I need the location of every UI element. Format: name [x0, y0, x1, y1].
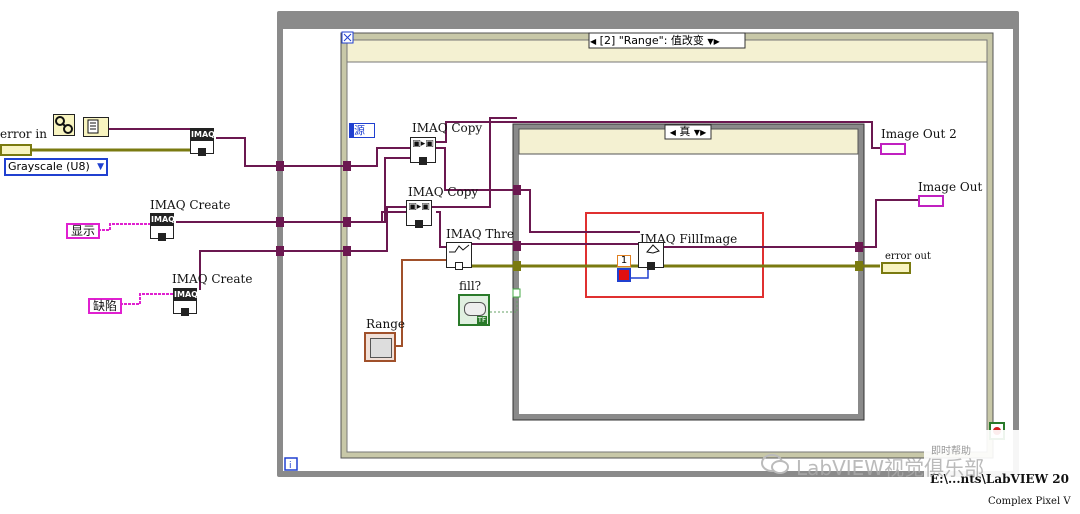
wire-segment	[98, 223, 150, 231]
image-out-2-indicator[interactable]	[880, 143, 906, 155]
case-selector-text: 真	[679, 125, 691, 138]
imaq-copy-label-1: IMAQ Copy	[412, 121, 483, 135]
source-label-box[interactable]: 源	[349, 123, 375, 138]
prev-case-icon[interactable]: ◀	[670, 128, 676, 137]
image-type-icon[interactable]	[83, 117, 109, 137]
range-label: Range	[366, 317, 405, 331]
imaq-threshold-node[interactable]	[446, 242, 472, 270]
error-out-label: error out	[885, 251, 931, 262]
imaq-fillimage-node[interactable]	[638, 242, 664, 270]
image-out-label: Image Out	[918, 180, 983, 194]
imaq-create-label-2: IMAQ Create	[172, 272, 253, 286]
fill-label: fill?	[459, 279, 482, 293]
help-footer-text: Complex Pixel V	[988, 496, 1071, 507]
numeric-constant-value: 1	[620, 255, 628, 266]
source-label: 源	[354, 124, 365, 137]
prev-event-icon[interactable]: ◀	[590, 37, 596, 46]
imaq-copy-node-1[interactable]: ▣▸▣	[410, 137, 436, 165]
image-out-indicator[interactable]	[918, 195, 944, 207]
ring-dropdown-icon: ▼	[97, 162, 104, 172]
imaq-create-node-2[interactable]: IMAQ	[173, 288, 198, 316]
imaq-copy-node-2[interactable]: ▣▸▣	[406, 200, 432, 228]
range-control[interactable]	[364, 332, 396, 362]
imaq-create-label-1: IMAQ Create	[150, 198, 231, 212]
event-dropdown-icon[interactable]: ▼▶	[707, 37, 719, 46]
error-in-label: error in	[0, 127, 47, 141]
wire-tool-icon[interactable]	[53, 114, 75, 136]
case-selector-label[interactable]: ◀ 真 ▼▶	[666, 125, 710, 138]
fill-boolean-control[interactable]: TF	[458, 294, 490, 326]
grayscale-ring-label: Grayscale (U8)	[8, 160, 90, 173]
imaq-dispose-node[interactable]: IMAQ	[190, 128, 215, 156]
tf-label: TF	[476, 316, 487, 324]
event-selector-label[interactable]: ◀ [2] "Range": 值改变 ▼▶	[590, 34, 744, 47]
threshold-glyph	[447, 243, 471, 255]
copy-node-glyph: ▣▸▣	[411, 138, 435, 150]
wire-segment	[120, 293, 174, 305]
numeric-constant[interactable]: 1	[617, 255, 631, 267]
imaq-threshold-label: IMAQ Thre	[446, 227, 514, 241]
event-selector-text: [2] "Range": 值改变	[599, 34, 704, 47]
imaq-node-title: IMAQ	[151, 214, 175, 226]
error-in-terminal[interactable]	[0, 144, 32, 156]
imaq-copy-label-2: IMAQ Copy	[408, 185, 479, 199]
svg-text:i: i	[289, 461, 292, 471]
watermark-text: LabVIEW视觉俱乐部	[796, 456, 985, 480]
imaq-create-node-1[interactable]: IMAQ	[150, 213, 175, 241]
error-out-indicator[interactable]	[881, 262, 911, 274]
imaq-node-title: IMAQ	[191, 129, 215, 141]
wechat-icon	[760, 452, 790, 476]
image-out-2-label: Image Out 2	[881, 127, 957, 141]
case-dropdown-icon[interactable]: ▼▶	[694, 128, 706, 137]
copy-node-glyph: ▣▸▣	[407, 201, 431, 213]
imaq-node-title: IMAQ	[174, 289, 198, 301]
display-string-constant[interactable]: 显示	[66, 223, 101, 239]
fill-bucket-glyph	[639, 243, 663, 255]
defect-string-constant[interactable]: 缺陷	[88, 298, 123, 314]
grayscale-ring[interactable]: Grayscale (U8) ▼	[4, 158, 108, 176]
color-constant[interactable]	[617, 268, 631, 282]
